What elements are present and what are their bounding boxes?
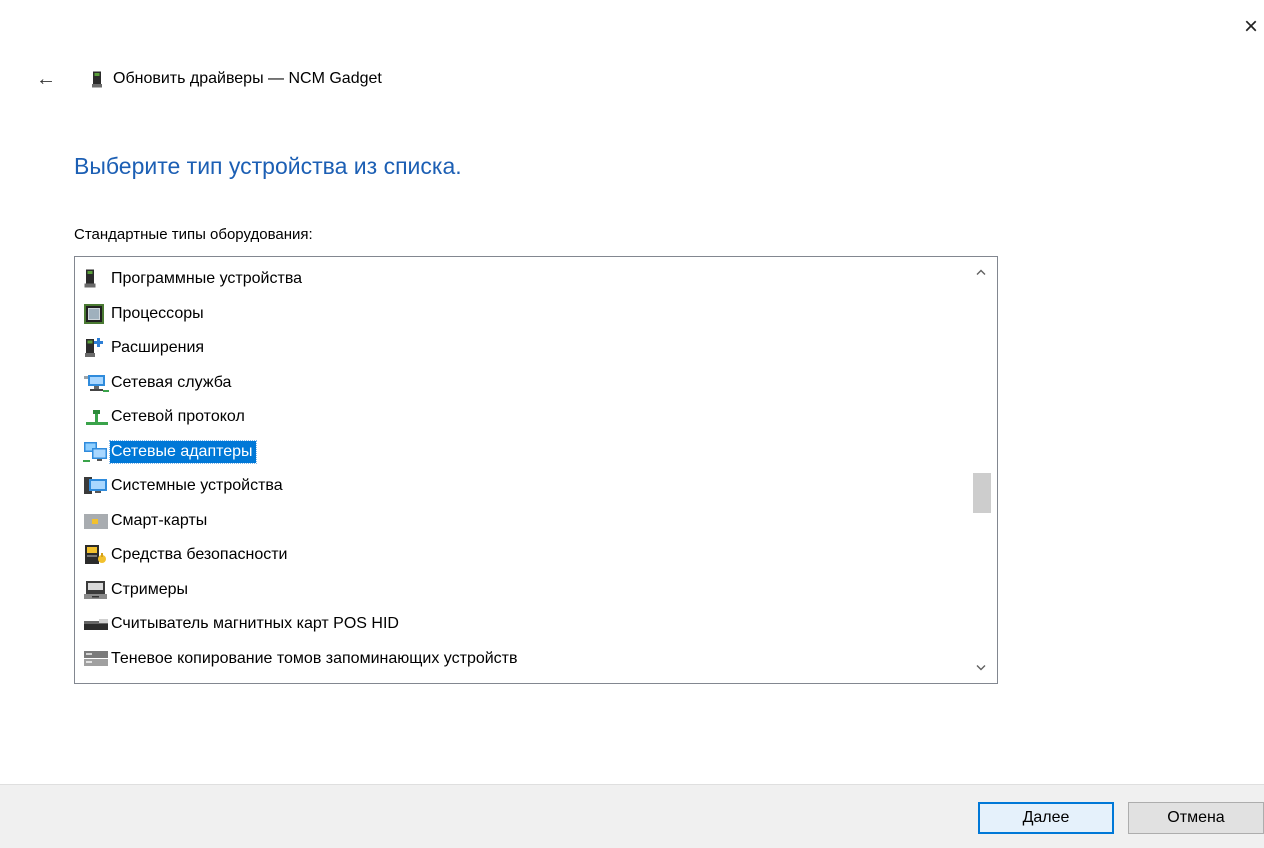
card-reader-icon — [83, 613, 109, 635]
vertical-scrollbar[interactable] — [964, 257, 997, 683]
volume-shadow-copy-icon — [83, 648, 109, 670]
back-button[interactable]: ← — [34, 67, 58, 91]
list-item-label: Теневое копирование томов запоминающих у… — [111, 649, 518, 667]
list-item-label: Сетевой протокол — [111, 408, 245, 426]
list-item[interactable]: Средства безопасности — [75, 538, 965, 573]
list-item-label: Расширения — [111, 339, 205, 357]
list-item-label: Считыватель магнитных карт POS HID — [111, 615, 399, 633]
list-item-label: Программные устройства — [111, 270, 303, 288]
list-item[interactable]: Сетевой протокол — [75, 400, 965, 435]
partial-item-icon — [83, 682, 109, 683]
security-device-icon — [83, 544, 109, 566]
list-item-label: Сетевая служба — [111, 373, 232, 391]
list-item-label: Процессоры — [111, 304, 204, 322]
list-item[interactable]: Сетевая служба — [75, 366, 965, 401]
list-item[interactable]: Процессоры — [75, 297, 965, 332]
cancel-button[interactable]: Отмена — [1128, 802, 1264, 834]
list-item-label: Сетевые адаптеры — [109, 439, 257, 464]
tape-drive-icon — [83, 579, 109, 601]
list-item[interactable]: Программные устройства — [75, 262, 965, 297]
list-label: Стандартные типы оборудования: — [74, 226, 313, 243]
processor-icon — [83, 303, 109, 325]
device-type-listbox[interactable]: Программные устройства Процессоры Расширен… — [74, 256, 998, 684]
list-item[interactable]: Системные устройства — [75, 469, 965, 504]
scroll-track[interactable] — [964, 287, 997, 653]
list-item[interactable]: Сетевые адаптеры — [75, 435, 965, 470]
close-button[interactable]: × — [1244, 14, 1264, 40]
smart-card-icon — [83, 510, 109, 532]
list-item-label: Смарт-карты — [111, 511, 208, 529]
list-item[interactable] — [75, 676, 965, 683]
list-item[interactable]: Теневое копирование томов запоминающих у… — [75, 642, 965, 677]
scroll-down-button[interactable] — [964, 653, 997, 683]
software-device-icon — [83, 268, 109, 290]
list-item-label: Стримеры — [111, 580, 189, 598]
extension-icon — [83, 337, 109, 359]
dialog-title: Обновить драйверы — NCM Gadget — [113, 70, 382, 87]
dialog-footer: Далее Отмена — [0, 784, 1264, 848]
list-item[interactable]: Расширения — [75, 331, 965, 366]
device-type-list: Программные устройства Процессоры Расширен… — [75, 262, 965, 683]
network-adapter-icon — [83, 441, 109, 463]
instruction-heading: Выберите тип устройства из списка. — [74, 153, 462, 179]
chevron-down-icon — [976, 665, 985, 671]
next-button[interactable]: Далее — [978, 802, 1114, 834]
dialog-header: ← Обновить драйверы — NCM Gadget — [34, 66, 382, 92]
network-service-icon — [83, 372, 109, 394]
list-item[interactable]: Считыватель магнитных карт POS HID — [75, 607, 965, 642]
network-protocol-icon — [83, 406, 109, 428]
list-item[interactable]: Смарт-карты — [75, 504, 965, 539]
update-drivers-dialog: × ← Обновить драйверы — NCM Gadget Выбер… — [0, 0, 1264, 848]
scroll-up-button[interactable] — [964, 257, 997, 287]
scroll-thumb[interactable] — [973, 473, 991, 513]
chevron-up-icon — [976, 269, 985, 275]
list-item[interactable]: Стримеры — [75, 573, 965, 608]
list-item-label: Системные устройства — [111, 477, 283, 495]
system-device-icon — [83, 475, 109, 497]
device-icon — [92, 71, 102, 88]
list-item-label: Средства безопасности — [111, 546, 288, 564]
